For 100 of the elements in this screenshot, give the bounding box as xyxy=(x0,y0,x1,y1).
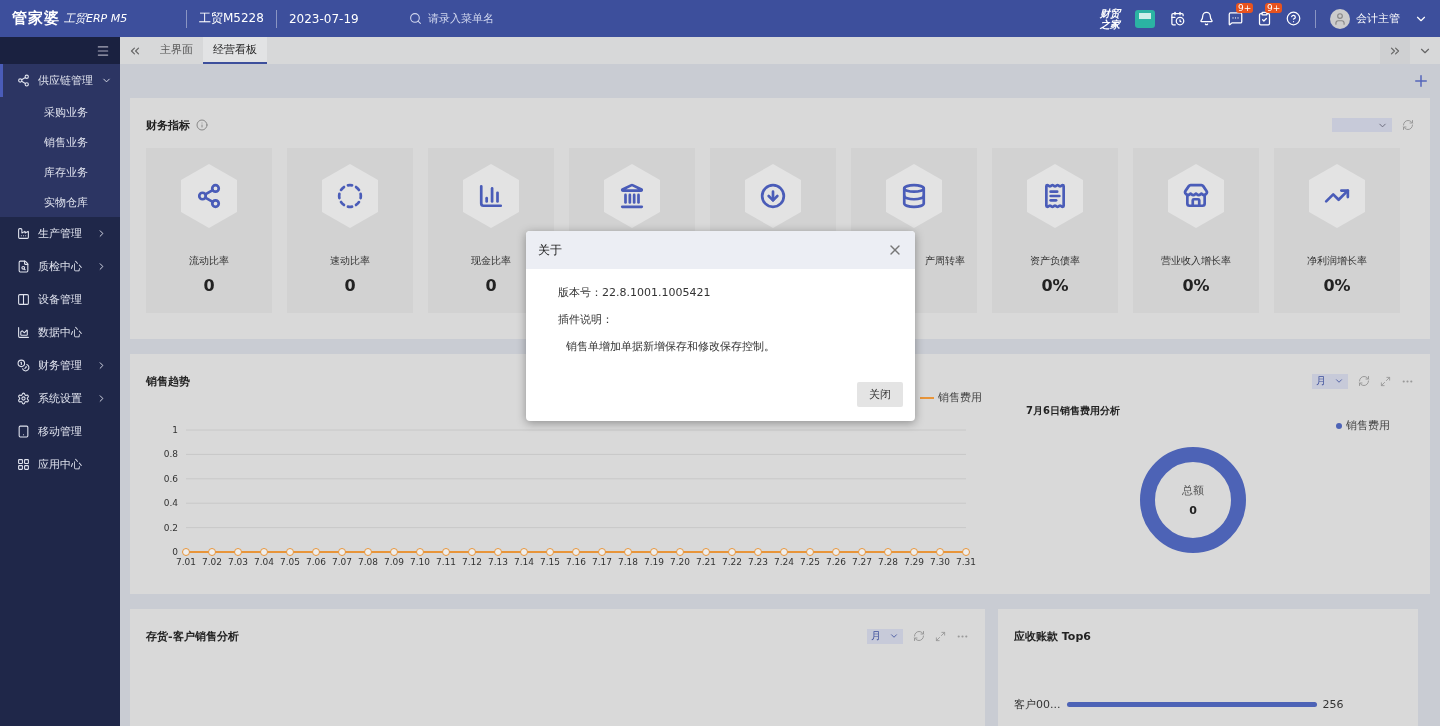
chart-icon xyxy=(17,326,30,339)
chart-title: 7月6日销售费用分析 xyxy=(1026,404,1121,418)
columns-icon xyxy=(17,293,30,306)
axis-label: 7.06 xyxy=(306,557,326,567)
panel-title: 财务指标 xyxy=(146,117,190,133)
search-field[interactable]: 请录入菜单名 xyxy=(408,11,494,26)
refresh-icon[interactable] xyxy=(1402,119,1414,131)
axis-label: 0 xyxy=(172,547,178,557)
axis-label: 0.6 xyxy=(163,473,178,484)
clipboard-icon[interactable] xyxy=(1257,11,1272,26)
submenu-item[interactable]: 库存业务 xyxy=(0,157,120,187)
store-icon xyxy=(1183,183,1209,209)
axis-label: 7.25 xyxy=(800,557,820,567)
amount-value: 256 xyxy=(1322,698,1344,711)
refresh-icon[interactable] xyxy=(1358,375,1370,387)
app-icon[interactable] xyxy=(1134,8,1156,29)
ring-icon xyxy=(337,183,363,209)
metric-card: 净利润增长率 0% xyxy=(1274,148,1400,313)
sidebar-item[interactable]: 生产管理 xyxy=(0,217,120,250)
submenu-item[interactable]: 销售业务 xyxy=(0,127,120,157)
axis-label: 0.8 xyxy=(163,449,178,460)
menu-icon[interactable] xyxy=(96,43,110,58)
axis-label: 7.11 xyxy=(436,557,456,567)
axis-label: 7.18 xyxy=(618,557,638,567)
panel-title: 销售趋势 xyxy=(146,373,190,389)
count-badge: 9+ xyxy=(1236,3,1254,13)
axis-label: 1 xyxy=(172,425,178,435)
axis-label: 7.09 xyxy=(384,557,404,567)
brand-logo[interactable]: 财贸 之家 xyxy=(1100,7,1120,30)
plugin-description: 销售单增加单据新增保存和修改保存控制。 xyxy=(565,339,776,354)
sidebar-item[interactable]: 应用中心 xyxy=(0,448,120,481)
expand-icon[interactable] xyxy=(1380,375,1391,387)
period-select[interactable]: 月 xyxy=(1312,373,1348,389)
period-select[interactable]: 月 xyxy=(867,628,903,644)
axis-label: 7.20 xyxy=(670,557,690,567)
axis-label: 7.13 xyxy=(488,557,508,567)
calendar-icon[interactable] xyxy=(1170,11,1185,26)
document-icon xyxy=(17,260,30,273)
panel-title: 应收账款 Top6 xyxy=(1014,628,1091,644)
plugin-label: 插件说明： xyxy=(558,312,614,327)
logo: 管家婆 xyxy=(12,9,60,28)
submenu-item[interactable]: 实物仓库 xyxy=(0,187,120,217)
axis-label: 7.28 xyxy=(878,557,898,567)
search-icon xyxy=(408,12,422,25)
grid-icon xyxy=(17,458,30,471)
nodes-icon xyxy=(196,183,222,209)
axis-label: 0.2 xyxy=(163,522,178,533)
sidebar-item[interactable]: 数据中心 xyxy=(0,316,120,349)
donut-chart: 总额 0 xyxy=(1140,447,1246,553)
axis-label: 7.19 xyxy=(644,557,664,567)
axis-label: 7.22 xyxy=(722,557,742,567)
sidebar-item[interactable]: 财务管理 xyxy=(0,349,120,382)
date-text: 2023-07-19 xyxy=(288,11,359,26)
add-icon[interactable] xyxy=(1412,72,1430,90)
axis-label: 7.27 xyxy=(852,557,872,567)
account-name[interactable]: 工贸M5228 xyxy=(199,10,264,27)
help-icon[interactable] xyxy=(1286,11,1301,26)
axis-label: 7.03 xyxy=(228,557,248,567)
scroll-right-button[interactable] xyxy=(1380,37,1410,64)
close-dialog-button[interactable]: 关闭 xyxy=(857,382,903,407)
tab[interactable]: 经营看板 xyxy=(203,37,267,64)
axis-label: 7.07 xyxy=(332,557,352,567)
sidebar-item[interactable]: 设备管理 xyxy=(0,283,120,316)
refresh-icon[interactable] xyxy=(913,630,925,642)
bell-icon[interactable] xyxy=(1199,11,1214,26)
info-icon[interactable] xyxy=(196,119,208,131)
sidebar-item[interactable]: 质检中心 xyxy=(0,250,120,283)
axis-label: 7.24 xyxy=(774,557,794,567)
bank-icon xyxy=(619,183,645,209)
coin-stack-icon xyxy=(901,183,927,209)
axis-label: 7.01 xyxy=(176,557,196,567)
axis-label: 7.30 xyxy=(930,557,950,567)
axis-label: 7.21 xyxy=(696,557,716,567)
axis-label: 7.02 xyxy=(202,557,222,567)
submenu-item[interactable]: 采购业务 xyxy=(0,97,120,127)
sidebar-item[interactable]: 供应链管理 xyxy=(0,64,120,97)
axis-label: 7.05 xyxy=(280,557,300,567)
chevron-down-icon xyxy=(1334,376,1344,386)
panel-title: 存货-客户销售分析 xyxy=(146,628,239,644)
chart-legend[interactable]: 销售费用 xyxy=(920,390,982,405)
receipt-icon xyxy=(1042,183,1068,209)
coins-icon xyxy=(17,359,30,372)
metric-card: 营业收入增长率 0% xyxy=(1133,148,1259,313)
axis-label: 7.26 xyxy=(826,557,846,567)
axis-label: 7.31 xyxy=(956,557,976,567)
count-badge: 9+ xyxy=(1265,3,1283,13)
sidebar-item[interactable]: 移动管理 xyxy=(0,415,120,448)
chart-legend[interactable]: 销售费用 xyxy=(1336,418,1390,433)
expand-icon[interactable] xyxy=(935,630,946,642)
message-icon[interactable] xyxy=(1228,11,1243,26)
product-name: 工贸ERP M5 xyxy=(64,11,129,26)
sidebar-item[interactable]: 系统设置 xyxy=(0,382,120,415)
axis-label: 7.29 xyxy=(904,557,924,567)
factory-icon xyxy=(17,227,30,240)
user-name[interactable]: 会计主管 xyxy=(1356,11,1400,26)
avatar[interactable] xyxy=(1330,8,1350,29)
nodes-icon xyxy=(17,74,30,87)
axis-label: 7.23 xyxy=(748,557,768,567)
tab[interactable]: 主界面 xyxy=(150,37,203,64)
bar-chart-icon xyxy=(478,183,504,209)
